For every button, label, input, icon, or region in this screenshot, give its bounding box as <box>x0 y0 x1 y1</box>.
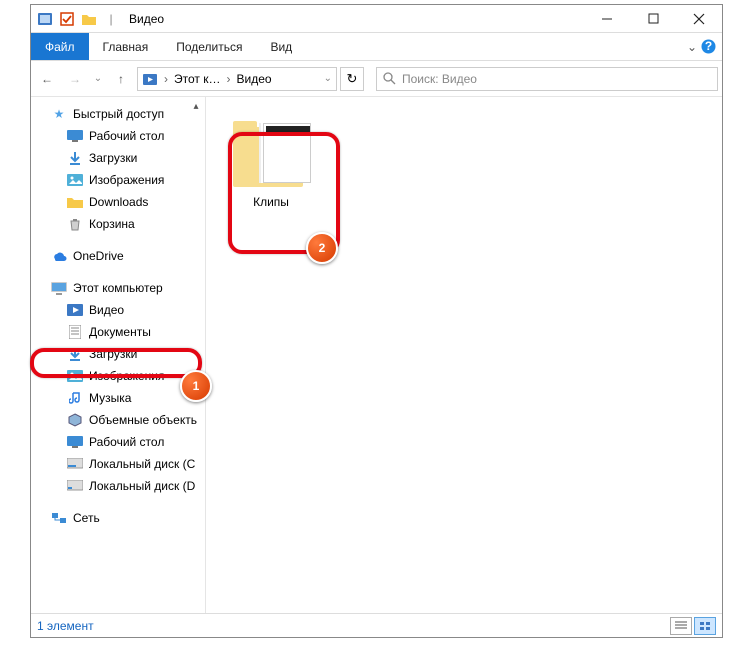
sidebar-item-downloads2[interactable]: Загрузки <box>33 343 205 365</box>
search-box[interactable]: Поиск: Видео <box>376 67 718 91</box>
title-bar: | Видео <box>31 5 722 33</box>
status-bar: 1 элемент <box>31 613 722 637</box>
disk-icon <box>67 456 83 472</box>
explorer-body: ▴ ★ Быстрый доступ Рабочий стол Загрузки… <box>31 97 722 613</box>
download-icon <box>67 346 83 362</box>
breadcrumb-video[interactable]: Видео <box>236 72 271 86</box>
close-button[interactable] <box>676 5 722 33</box>
search-icon <box>383 72 396 85</box>
explorer-window: | Видео Файл Главная Поделиться Вид ⌄ ? … <box>30 4 723 638</box>
sidebar-item-desktop[interactable]: Рабочий стол <box>33 125 205 147</box>
up-button[interactable]: ↑ <box>109 67 133 91</box>
pictures-icon <box>67 172 83 188</box>
video-library-icon <box>35 9 55 29</box>
checkbox-icon[interactable] <box>57 9 77 29</box>
address-bar[interactable]: Этот к… Видео ⌄ <box>137 67 337 91</box>
tab-home[interactable]: Главная <box>89 33 163 60</box>
ribbon-right: ⌄ ? <box>682 33 722 60</box>
sidebar-item-downloads[interactable]: Загрузки <box>33 147 205 169</box>
nav-bar: ← → ⌄ ↑ Этот к… Видео ⌄ ↻ Поиск: Видео <box>31 61 722 97</box>
search-placeholder: Поиск: Видео <box>402 72 477 86</box>
help-icon[interactable]: ? <box>701 39 716 54</box>
item-count: 1 элемент <box>37 619 94 633</box>
maximize-button[interactable] <box>630 5 676 33</box>
window-title: Видео <box>129 12 164 26</box>
tab-file[interactable]: Файл <box>31 33 89 60</box>
sidebar-item-desktop2[interactable]: Рабочий стол <box>33 431 205 453</box>
sidebar-item-disk-c[interactable]: Локальный диск (C <box>33 453 205 475</box>
sidebar-this-pc[interactable]: Этот компьютер <box>33 277 205 299</box>
desktop-icon <box>67 434 83 450</box>
music-icon <box>67 390 83 406</box>
sidebar-item-pictures[interactable]: Изображения <box>33 169 205 191</box>
divider-icon: | <box>101 9 121 29</box>
forward-button[interactable]: → <box>63 67 87 91</box>
sidebar-onedrive[interactable]: OneDrive <box>33 245 205 267</box>
recycle-icon <box>67 216 83 232</box>
cube-icon <box>67 412 83 428</box>
view-icons-button[interactable] <box>694 617 716 635</box>
pictures-icon <box>67 368 83 384</box>
network-icon <box>51 510 67 526</box>
sidebar-item-pictures2[interactable]: Изображения <box>33 365 205 387</box>
desktop-icon <box>67 128 83 144</box>
refresh-button[interactable]: ↻ <box>340 67 364 91</box>
disk-icon <box>67 478 83 494</box>
sidebar-item-music[interactable]: Музыка <box>33 387 205 409</box>
folder-label: Клипы <box>226 195 316 209</box>
content-area[interactable]: Клипы <box>206 97 722 613</box>
sidebar-item-recycle[interactable]: Корзина <box>33 213 205 235</box>
quick-access[interactable]: ★ Быстрый доступ <box>33 103 205 125</box>
ribbon-tabs: Файл Главная Поделиться Вид ⌄ ? <box>31 33 722 61</box>
tab-share[interactable]: Поделиться <box>162 33 256 60</box>
view-switcher <box>670 617 716 635</box>
breadcrumb-this-pc[interactable]: Этот к… <box>174 72 220 86</box>
document-icon <box>67 324 83 340</box>
video-folder-icon <box>142 72 158 86</box>
download-icon <box>67 150 83 166</box>
folder-icon <box>79 9 99 29</box>
sidebar-item-3d[interactable]: Объемные объекть <box>33 409 205 431</box>
sidebar-item-videos[interactable]: Видео <box>33 299 205 321</box>
sidebar-item-disk-d[interactable]: Локальный диск (D <box>33 475 205 497</box>
address-dropdown-icon[interactable]: ⌄ <box>324 73 332 84</box>
recent-dropdown[interactable]: ⌄ <box>91 67 105 91</box>
back-button[interactable]: ← <box>35 67 59 91</box>
scroll-up-icon[interactable]: ▴ <box>189 99 203 113</box>
sidebar-item-downloads-en[interactable]: Downloads <box>33 191 205 213</box>
svg-text:?: ? <box>705 39 712 53</box>
star-icon: ★ <box>51 106 67 122</box>
sidebar-network[interactable]: Сеть <box>33 507 205 529</box>
pc-icon <box>51 280 67 296</box>
minimize-button[interactable] <box>584 5 630 33</box>
video-icon <box>67 302 83 318</box>
sidebar-item-documents[interactable]: Документы <box>33 321 205 343</box>
tab-view[interactable]: Вид <box>256 33 306 60</box>
cloud-icon <box>51 248 67 264</box>
chevron-down-icon[interactable]: ⌄ <box>687 40 697 54</box>
nav-pane: ▴ ★ Быстрый доступ Рабочий стол Загрузки… <box>31 97 206 613</box>
folder-clips[interactable]: Клипы <box>226 121 316 209</box>
view-details-button[interactable] <box>670 617 692 635</box>
folder-thumbnail <box>231 121 311 191</box>
quick-access-toolbar: | <box>31 9 121 29</box>
folder-icon <box>67 194 83 210</box>
